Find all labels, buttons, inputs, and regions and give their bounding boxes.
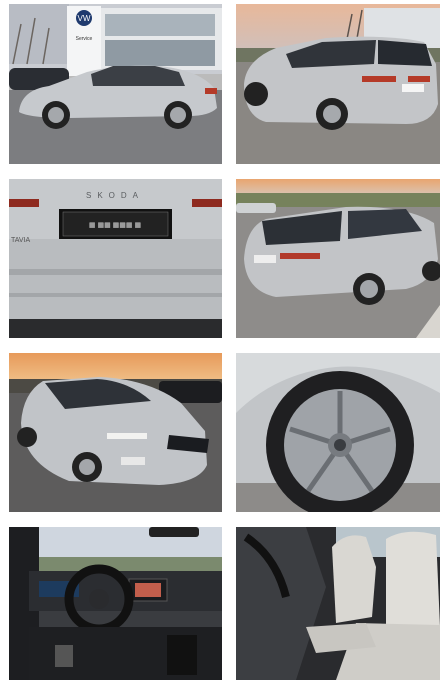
seats-photo: [236, 527, 440, 680]
gallery-photo-8[interactable]: [236, 527, 440, 680]
dealer-service-label: Service: [76, 36, 93, 42]
car-front-photo: [9, 353, 222, 512]
gallery-photo-7[interactable]: [9, 527, 222, 680]
gallery-photo-3[interactable]: SKODA ▦ ▦▦ ▦▦▦ ▦ TAVIA: [9, 179, 222, 338]
skoda-badge: SKODA: [86, 191, 144, 200]
gallery-photo-6[interactable]: [236, 353, 440, 512]
car-rear-elevated-photo: [236, 179, 440, 338]
gallery-photo-5[interactable]: [9, 353, 222, 512]
car-side-photo: VW Service: [9, 4, 222, 164]
car-rear-photo: [236, 4, 440, 164]
wheel-photo: [236, 353, 440, 512]
license-plate-placeholder: ▦ ▦▦ ▦▦▦ ▦: [89, 222, 141, 229]
gallery-photo-1[interactable]: VW Service: [9, 4, 222, 164]
octavia-badge: TAVIA: [11, 237, 31, 244]
gallery-photo-2[interactable]: [236, 4, 440, 164]
gallery-photo-4[interactable]: [236, 179, 440, 338]
vw-logo: VW: [78, 14, 91, 23]
tailgate-photo: SKODA ▦ ▦▦ ▦▦▦ ▦ TAVIA: [9, 179, 222, 338]
cockpit-photo: [9, 527, 222, 680]
